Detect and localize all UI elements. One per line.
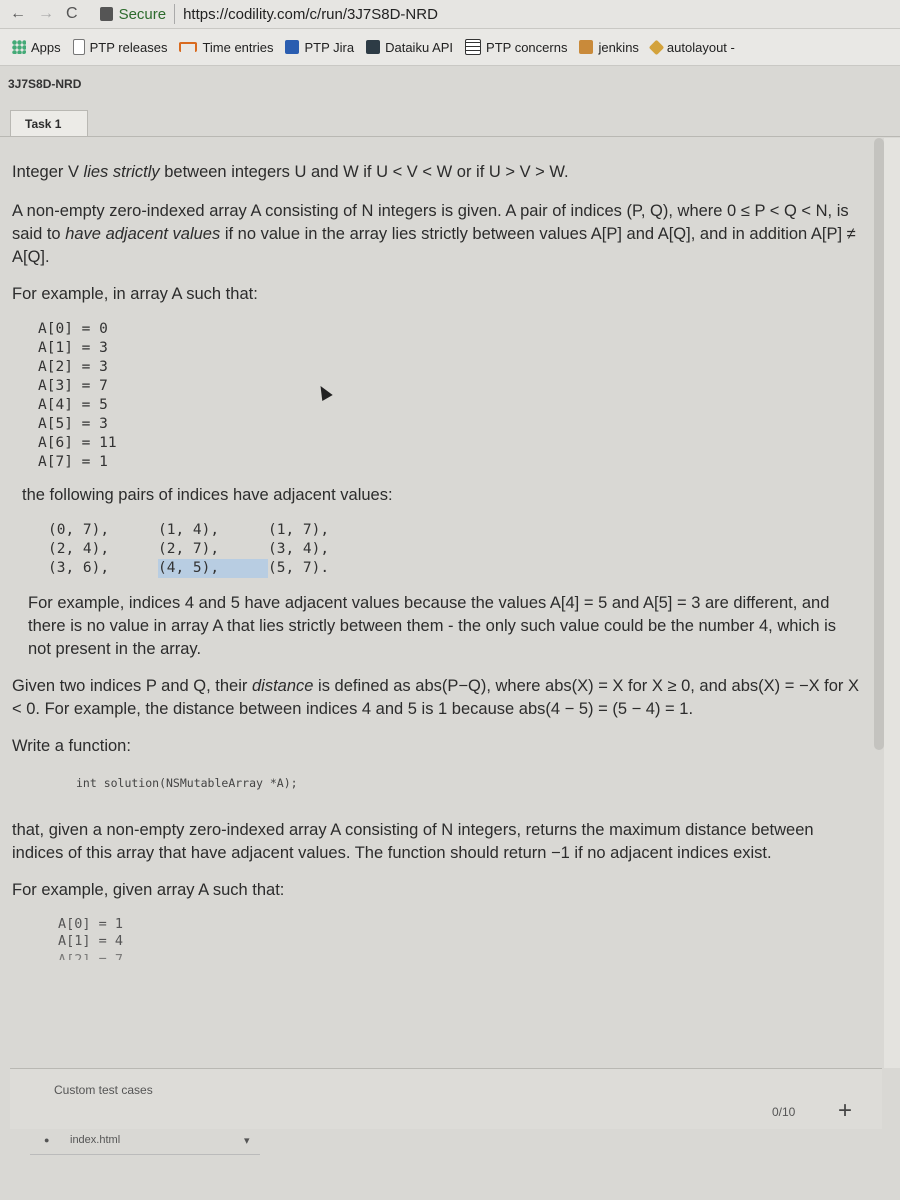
- forward-arrow-icon[interactable]: →: [38, 5, 54, 23]
- bookmark-ptp-concerns[interactable]: PTP concerns: [465, 39, 567, 55]
- bookmark-ptp-jira[interactable]: PTP Jira: [285, 40, 354, 55]
- pair-item: (5, 7).: [268, 560, 330, 576]
- custom-test-cases-label[interactable]: Custom test cases: [54, 1083, 153, 1097]
- bookmark-label: autolayout -: [666, 39, 735, 55]
- jenkins-icon: [579, 40, 594, 54]
- tab-task-1[interactable]: Task 1: [10, 110, 88, 136]
- dataiku-icon: [366, 40, 381, 54]
- bookmarks-bar: Apps PTP releases Time entries PTP Jira …: [0, 29, 900, 66]
- autolayout-icon: [648, 39, 665, 55]
- bookmark-apps[interactable]: Apps: [12, 40, 61, 55]
- definition-strictly: Integer V lies strictly between integers…: [12, 163, 569, 181]
- pair-item: (2, 7),: [158, 541, 220, 557]
- file-name: index.html: [70, 1134, 121, 1146]
- write-function-prompt: Write a function:: [12, 737, 131, 755]
- bookmark-jenkins[interactable]: jenkins: [579, 39, 639, 55]
- bookmark-label: Time entries: [202, 39, 274, 55]
- task-tabs: Task 1: [0, 110, 900, 137]
- pair-item: (0, 7),: [48, 522, 110, 538]
- pair-item: (1, 7),: [268, 522, 330, 538]
- back-arrow-icon[interactable]: ←: [10, 5, 26, 23]
- function-description: that, given a non-empty zero-indexed arr…: [12, 821, 814, 862]
- grid-sheet-icon: [465, 39, 482, 55]
- lock-icon: [99, 7, 113, 21]
- chevron-down-icon[interactable]: ▾: [244, 1134, 250, 1147]
- file-selector[interactable]: ● index.html ▾: [30, 1130, 260, 1155]
- address-bar: ← → C Secure https://codility.com/c/run/…: [0, 0, 900, 29]
- pair-item: (1, 4),: [158, 522, 220, 538]
- url-divider: [174, 4, 176, 24]
- pair-item: (3, 4),: [268, 541, 330, 557]
- pairs-intro: the following pairs of indices have adja…: [22, 486, 393, 504]
- secure-indicator[interactable]: Secure: [99, 5, 167, 23]
- bookmark-label: jenkins: [598, 39, 639, 55]
- reload-icon[interactable]: C: [66, 5, 78, 23]
- bookmark-label: PTP Jira: [304, 39, 355, 55]
- page-id: 3J7S8D-NRD: [8, 77, 82, 91]
- second-example-intro: For example, given array A such that:: [12, 881, 285, 899]
- array-example-2-clipped: A[2] = 7: [58, 952, 124, 960]
- add-test-case-icon[interactable]: +: [838, 1097, 852, 1125]
- scrollbar-track[interactable]: [884, 138, 900, 1068]
- file-dot-icon: ●: [44, 1135, 50, 1145]
- function-signature: int solution(NSMutableArray *A);: [76, 776, 298, 790]
- url-text[interactable]: https://codility.com/c/run/3J7S8D-NRD: [183, 6, 438, 23]
- bookmark-label: Apps: [31, 39, 61, 55]
- definition-adjacent: A non-empty zero-indexed array A consist…: [12, 202, 856, 266]
- pair-item: (2, 4),: [48, 541, 110, 557]
- task-description: Integer V lies strictly between integers…: [0, 137, 882, 1067]
- secure-label: Secure: [118, 5, 167, 23]
- example-intro: For example, in array A such that:: [12, 285, 258, 303]
- document-icon: [72, 39, 85, 55]
- bookmark-dataiku-api[interactable]: Dataiku API: [366, 40, 453, 55]
- bookmark-time-entries[interactable]: Time entries: [179, 40, 273, 55]
- array-example: A[0] = 0 A[1] = 3 A[2] = 3 A[3] = 7 A[4]…: [38, 321, 117, 470]
- jira-icon: [285, 40, 300, 54]
- bookmark-label: Dataiku API: [385, 39, 454, 55]
- array-example-2: A[0] = 1 A[1] = 4: [58, 916, 124, 949]
- custom-test-cases-panel: Custom test cases 0/10 +: [10, 1068, 882, 1129]
- bookmark-autolayout[interactable]: autolayout -: [648, 39, 735, 55]
- pairs-list: (0, 7), (1, 4), (1, 7), (2, 4), (2, 7), …: [48, 521, 862, 578]
- distance-definition: Given two indices P and Q, their distanc…: [12, 677, 860, 718]
- bookmark-label: PTP releases: [89, 39, 168, 55]
- pair-item-selected: (4, 5),: [158, 559, 268, 578]
- nav-buttons: ← → C: [0, 5, 78, 23]
- apps-grid-icon: [12, 40, 26, 54]
- example-explanation: For example, indices 4 and 5 have adjace…: [28, 594, 837, 658]
- pair-item: (3, 6),: [48, 560, 110, 576]
- time-icon: [179, 42, 198, 52]
- bookmark-label: PTP concerns: [486, 39, 568, 55]
- test-case-count: 0/10: [772, 1105, 796, 1119]
- bookmark-ptp-releases[interactable]: PTP releases: [72, 39, 168, 55]
